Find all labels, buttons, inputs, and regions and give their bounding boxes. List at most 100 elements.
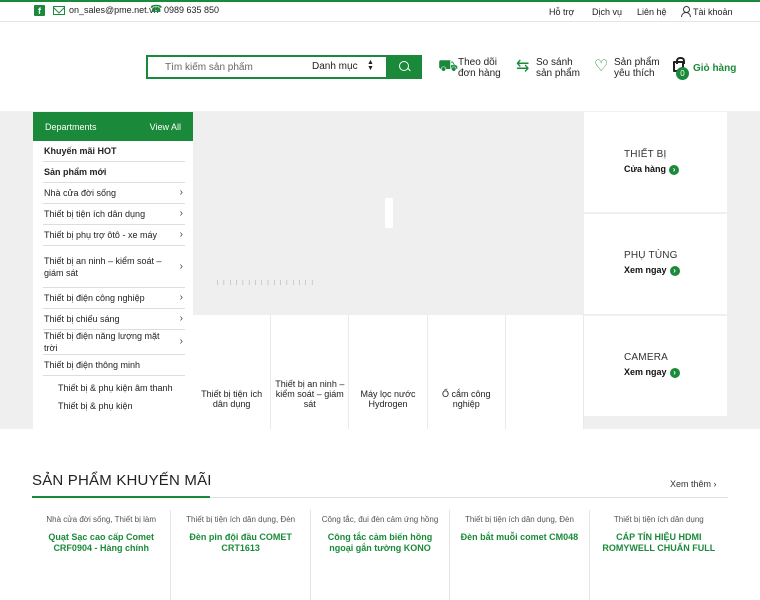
- product-category[interactable]: Thiết bị tiện ích dân dụng: [596, 515, 722, 524]
- search-button[interactable]: [386, 55, 422, 79]
- departments-menu: Departments View All Khuyến mãi HOT Sản …: [33, 112, 193, 429]
- dept-item-hot-deals[interactable]: Khuyến mãi HOT: [43, 141, 185, 162]
- dept-item-auto[interactable]: Thiết bị phụ trợ ôtô - xe máy ›: [43, 225, 185, 246]
- account-link[interactable]: Tài khoản: [693, 7, 733, 17]
- chevron-right-icon: ›: [179, 260, 183, 272]
- product-list: Nhà cửa đời sống, Thiết bị làm Quạt Sạc c…: [32, 510, 728, 600]
- hero-slider: ||||||||||||||||: [193, 112, 584, 315]
- product-name[interactable]: CÁP TÍN HIỆU HDMI ROMYWELL CHUẨN FULL: [596, 532, 722, 554]
- dept-item-label: Thiết bị chiếu sáng: [44, 314, 120, 324]
- dept-item-lighting[interactable]: Thiết bị chiếu sáng ›: [43, 309, 185, 330]
- category-tile[interactable]: Thiết bị tiện ích dân dụng: [193, 315, 272, 429]
- arrow-right-icon: ›: [669, 265, 680, 276]
- category-tiles: Thiết bị tiện ích dân dụng Thiết bị an n…: [193, 315, 585, 429]
- compare-line-2: sản phẩm: [536, 68, 580, 79]
- dept-item-label: Thiết bị phụ trợ ôtô - xe máy: [44, 230, 157, 240]
- banner-title: THIẾT BỊ: [624, 149, 667, 160]
- banner-link-label: Xem ngay: [624, 367, 667, 377]
- wishlist-line-2: yêu thích: [614, 68, 655, 79]
- departments-header: Departments View All: [33, 112, 193, 141]
- cart-label: Giỏ hàng: [693, 63, 737, 74]
- tile-label: Thiết bị an ninh – kiểm soát – giám sát: [275, 379, 345, 409]
- side-banner-camera[interactable]: CAMERA Xem ngay ›: [584, 316, 727, 416]
- services-link[interactable]: Dịch vụ: [592, 7, 622, 17]
- category-tile[interactable]: Thiết bị an ninh – kiểm soát – giám sát: [271, 315, 350, 429]
- user-icon: [681, 6, 691, 17]
- product-card[interactable]: Thiết bị tiện ích dân dụng, Đèn Đèn bắt m…: [450, 510, 590, 600]
- dept-item-industrial[interactable]: Thiết bị điện công nghiệp ›: [43, 288, 185, 309]
- chevron-right-icon: ›: [713, 479, 717, 489]
- dept-item-label: Khuyến mãi HOT: [44, 146, 117, 156]
- tile-label: Ổ cắm công nghiệp: [441, 389, 491, 409]
- wishlist-line-1: Sản phẩm: [614, 57, 660, 68]
- product-name[interactable]: Quạt Sạc cao cấp Comet CRF0904 - Hàng ch…: [38, 532, 164, 554]
- track-line-2: đơn hàng: [458, 68, 501, 79]
- dept-item-new-products[interactable]: Sản phẩm mới: [43, 162, 185, 183]
- banner-link[interactable]: Xem ngay ›: [624, 367, 680, 378]
- product-card[interactable]: Nhà cửa đời sống, Thiết bị làm Quạt Sạc c…: [32, 510, 172, 600]
- contact-link[interactable]: Liên hệ: [637, 7, 667, 17]
- dept-item-label: Sản phẩm mới: [44, 167, 107, 177]
- banner-link-label: Xem ngay: [624, 265, 667, 275]
- top-bar: f on_sales@pme.net.vn ☎ 0989 635 850 Hỗ …: [0, 0, 760, 22]
- product-category[interactable]: Thiết bị tiện ích dân dụng, Đèn: [456, 515, 582, 524]
- slider-arrow-button[interactable]: [385, 198, 393, 228]
- contact-phone[interactable]: 0989 635 850: [164, 5, 219, 15]
- compare-line-1: So sánh: [536, 57, 573, 68]
- section-title: SẢN PHẨM KHUYẾN MÃI: [32, 472, 212, 489]
- banner-link[interactable]: Xem ngay ›: [624, 265, 680, 276]
- product-category[interactable]: Công tắc, đui đèn cảm ứng hồng: [317, 515, 443, 524]
- chevron-right-icon: ›: [179, 229, 183, 240]
- section-divider: [32, 496, 728, 498]
- cart-count-badge: 0: [676, 67, 689, 80]
- dept-item-label: Thiết bị điện công nghiệp: [44, 293, 145, 303]
- dept-item-label: Thiết bị an ninh – kiểm soát – giám sát: [44, 255, 162, 278]
- banner-link-label: Cửa hàng: [624, 164, 667, 174]
- slider-dots[interactable]: ||||||||||||||||: [217, 280, 318, 286]
- dept-item-household[interactable]: Thiết bị tiện ích dân dụng ›: [43, 204, 185, 225]
- truck-icon: ⛟: [438, 58, 459, 75]
- category-tile[interactable]: Ổ cắm công nghiệp: [427, 315, 506, 429]
- product-name[interactable]: Đèn bắt muỗi comet CM048: [456, 532, 582, 543]
- dept-item-security[interactable]: Thiết bị an ninh – kiểm soát – giám sát ›: [43, 246, 185, 288]
- track-line-1: Theo dõi: [458, 57, 497, 68]
- chevron-right-icon: ›: [179, 336, 183, 347]
- dept-item-smart[interactable]: Thiết bị điện thông minh: [43, 355, 185, 376]
- product-name[interactable]: Công tắc cảm biến hồng ngoại gắn tường K…: [317, 532, 443, 554]
- search-input[interactable]: [148, 57, 298, 77]
- support-link[interactable]: Hỗ trợ: [549, 7, 574, 17]
- mail-icon: [53, 6, 65, 15]
- see-more-link[interactable]: Xem thêm ›: [670, 479, 717, 489]
- product-name[interactable]: Đèn pin đội đầu COMET CRT1613: [177, 532, 303, 554]
- select-arrows-icon: ▲ ▼: [367, 59, 374, 72]
- contact-email[interactable]: on_sales@pme.net.vn: [69, 5, 159, 15]
- heart-icon: ♡: [594, 58, 609, 75]
- side-banner-parts[interactable]: PHỤ TÙNG Xem ngay ›: [584, 214, 727, 314]
- dept-subitem-audio[interactable]: Thiết bị & phụ kiện âm thanh: [58, 382, 193, 394]
- dept-item-label: Thiết bị tiện ích dân dụng: [44, 209, 146, 219]
- category-tile[interactable]: Máy lọc nước Hydrogen: [349, 315, 428, 429]
- dept-item-home-living[interactable]: Nhà cửa đời sống ›: [43, 183, 185, 204]
- product-card[interactable]: Thiết bị tiện ích dân dụng, Đèn Đèn pin đ…: [171, 510, 311, 600]
- dept-item-label: Thiết bị điện năng lượng mặt trời: [44, 331, 160, 353]
- chevron-right-icon: ›: [179, 292, 183, 303]
- chevron-right-icon: ›: [179, 208, 183, 219]
- banner-link[interactable]: Cửa hàng ›: [624, 164, 680, 175]
- chevron-right-icon: ›: [179, 313, 183, 324]
- phone-icon: ☎: [150, 4, 163, 15]
- dept-subitem-accessories[interactable]: Thiết bị & phụ kiện: [58, 400, 193, 412]
- dept-item-solar[interactable]: Thiết bị điện năng lượng mặt trời ›: [43, 330, 185, 355]
- side-banner-devices[interactable]: THIẾT BỊ Cửa hàng ›: [584, 112, 727, 212]
- category-select[interactable]: Danh mục: [312, 61, 358, 72]
- product-card[interactable]: Công tắc, đui đèn cảm ứng hồng Công tắc c…: [311, 510, 451, 600]
- compare-arrows-icon: ⇆: [516, 58, 530, 75]
- facebook-icon[interactable]: f: [34, 5, 45, 16]
- view-all-link[interactable]: View All: [150, 122, 181, 132]
- product-category[interactable]: Nhà cửa đời sống, Thiết bị làm: [38, 515, 164, 524]
- search-bar: Danh mục ▲▼: [146, 55, 422, 79]
- category-tile[interactable]: [505, 315, 585, 429]
- dept-item-label: Nhà cửa đời sống: [44, 188, 116, 198]
- product-category[interactable]: Thiết bị tiện ích dân dụng, Đèn: [177, 515, 303, 524]
- product-card[interactable]: Thiết bị tiện ích dân dụng CÁP TÍN HIỆU H…: [590, 510, 728, 600]
- arrow-right-icon: ›: [669, 367, 680, 378]
